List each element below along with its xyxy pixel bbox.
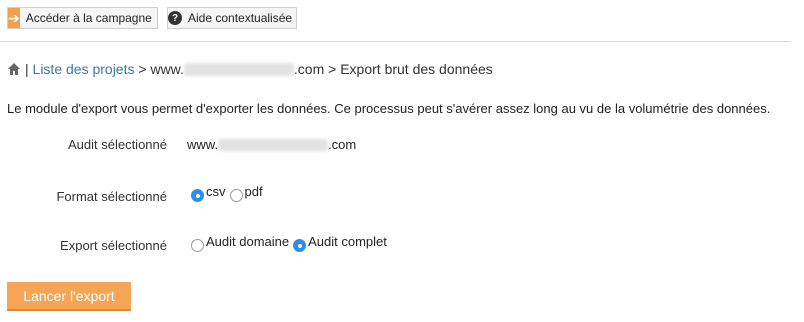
format-option-csv[interactable]: csv — [191, 184, 226, 203]
campaign-button-label: Accéder à la campagne — [25, 11, 152, 25]
format-options: csv pdf — [191, 184, 267, 203]
audit-complet-radio[interactable] — [293, 239, 307, 252]
audit-domain-suffix: .com — [328, 137, 357, 152]
projects-list-link[interactable]: Liste des projets — [33, 61, 135, 77]
home-icon[interactable] — [7, 62, 21, 76]
campaign-button[interactable]: ➔ Accéder à la campagne — [7, 7, 158, 29]
launch-export-button[interactable]: Lancer l'export — [7, 282, 131, 311]
contextual-help-button[interactable]: ? Aide contextualisée — [167, 7, 297, 29]
audit-domain-prefix: www. — [187, 137, 219, 152]
header-divider — [0, 41, 791, 42]
redacted-audit-domain — [218, 138, 329, 151]
pdf-label: pdf — [244, 184, 263, 199]
breadcrumb-arrow: > — [328, 61, 337, 77]
redacted-domain — [183, 62, 294, 76]
intro-text: Le module d'export vous permet d'exporte… — [7, 101, 771, 116]
export-option-complete[interactable]: Audit complet — [293, 234, 387, 253]
question-mark-icon: ? — [168, 8, 182, 28]
audit-complet-label: Audit complet — [308, 234, 387, 249]
breadcrumb: | Liste des projets > www. .com > Export … — [7, 61, 493, 77]
breadcrumb-current: Export brut des données — [340, 61, 493, 77]
help-button-label: Aide contextualisée — [188, 11, 293, 25]
format-option-pdf[interactable]: pdf — [229, 184, 263, 203]
pdf-radio[interactable] — [229, 189, 243, 202]
export-label: Export sélectionné — [60, 238, 167, 253]
audit-value: www. .com — [187, 137, 356, 152]
export-options: Audit domaine Audit complet — [191, 234, 391, 253]
audit-domaine-label: Audit domaine — [206, 234, 290, 249]
csv-label: csv — [206, 184, 226, 199]
csv-radio[interactable] — [191, 189, 204, 202]
format-label: Format sélectionné — [56, 189, 167, 204]
breadcrumb-domain-suffix: .com — [293, 61, 325, 77]
audit-label: Audit sélectionné — [67, 137, 167, 152]
arrow-right-icon: ➔ — [8, 8, 20, 28]
breadcrumb-arrow: > — [138, 61, 147, 77]
breadcrumb-separator: | — [25, 61, 29, 77]
export-option-domain[interactable]: Audit domaine — [191, 234, 289, 253]
audit-domaine-radio[interactable] — [191, 239, 204, 252]
breadcrumb-domain-prefix: www. — [150, 61, 184, 77]
